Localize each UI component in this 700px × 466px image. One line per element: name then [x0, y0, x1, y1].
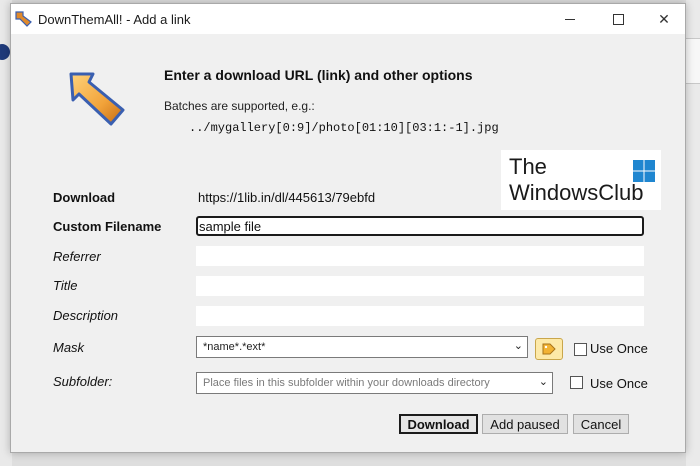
- watermark-line1: The: [509, 154, 547, 179]
- description-label: Description: [53, 308, 119, 323]
- chevron-down-icon: ⌄: [513, 340, 523, 352]
- maximize-button[interactable]: [595, 4, 641, 34]
- mask-use-once-checkbox[interactable]: [574, 343, 587, 356]
- cancel-button[interactable]: Cancel: [573, 414, 629, 434]
- title-field[interactable]: [196, 276, 644, 296]
- referrer-label: Referrer: [53, 249, 101, 264]
- minimize-icon: [565, 18, 575, 20]
- close-button[interactable]: ✕: [641, 4, 687, 34]
- custom-filename-field[interactable]: sample file: [196, 216, 644, 236]
- window-title: DownThemAll! - Add a link: [38, 12, 191, 27]
- subfolder-placeholder: Place files in this subfolder within you…: [203, 377, 490, 389]
- minimize-button[interactable]: [547, 4, 593, 34]
- maximize-icon: [612, 13, 624, 25]
- download-url-field[interactable]: https://1lib.in/dl/445613/79ebfd: [196, 188, 644, 208]
- add-link-dialog: DownThemAll! - Add a link ✕ Enter a down…: [10, 3, 686, 453]
- close-icon: ✕: [658, 10, 670, 27]
- mask-use-once-label: Use Once: [590, 341, 648, 356]
- dialog-heading: Enter a download URL (link) and other op…: [164, 67, 473, 83]
- download-arrow-icon: [69, 72, 125, 126]
- downthemall-app-icon: [15, 11, 32, 27]
- description-field[interactable]: [196, 306, 644, 326]
- batch-example: ../mygallery[0:9]/photo[01:10][03:1:-1].…: [189, 121, 499, 135]
- background-browser-strip: [686, 38, 700, 84]
- mask-select-value: *name*.*ext*: [203, 341, 266, 353]
- windows-logo-icon: [633, 160, 655, 182]
- title-bar: DownThemAll! - Add a link ✕: [11, 4, 685, 34]
- tag-icon: [542, 343, 556, 355]
- download-label: Download: [53, 190, 116, 205]
- background-browser-right: [686, 0, 700, 466]
- title-label: Title: [53, 278, 78, 293]
- background-browser-icon: [0, 44, 10, 60]
- mask-tags-button[interactable]: [535, 338, 563, 360]
- download-button[interactable]: Download: [399, 414, 478, 434]
- referrer-field[interactable]: [196, 246, 644, 266]
- subfolder-label: Subfolder:: [53, 374, 113, 389]
- add-paused-button[interactable]: Add paused: [482, 414, 568, 434]
- batch-note: Batches are supported, e.g.:: [164, 99, 315, 113]
- custom-filename-label: Custom Filename: [53, 219, 162, 234]
- subfolder-select[interactable]: Place files in this subfolder within you…: [196, 372, 553, 394]
- subfolder-use-once-label: Use Once: [590, 376, 648, 391]
- chevron-down-icon: ⌄: [538, 376, 548, 388]
- mask-label: Mask: [53, 340, 85, 355]
- mask-select[interactable]: *name*.*ext* ⌄: [196, 336, 528, 358]
- subfolder-use-once-checkbox[interactable]: [570, 376, 583, 389]
